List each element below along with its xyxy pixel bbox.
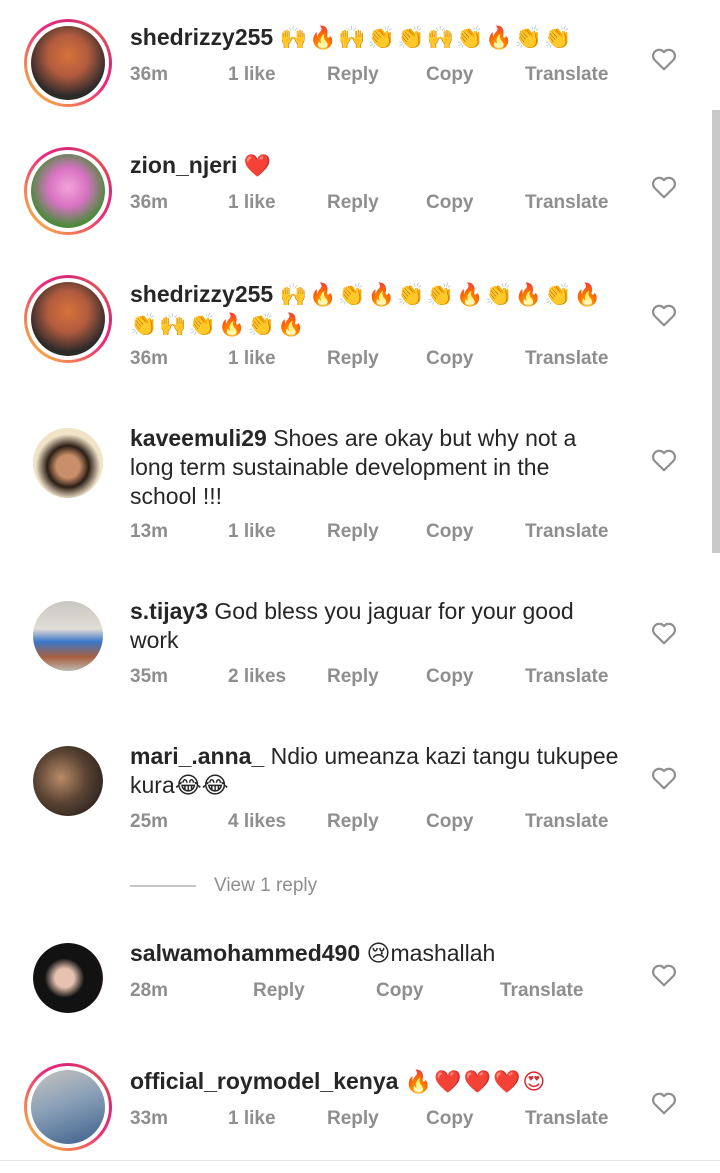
comment-likes[interactable]: 1 like <box>228 521 276 543</box>
view-replies-button[interactable]: View 1 reply <box>130 875 430 899</box>
copy-button[interactable]: Copy <box>426 348 474 370</box>
reply-button[interactable]: Reply <box>327 521 379 543</box>
heart-outline-icon[interactable] <box>651 175 677 199</box>
comment-username[interactable]: official_roymodel_kenya <box>130 1068 398 1094</box>
comment-username[interactable]: salwamohammed490 <box>130 940 360 966</box>
reply-button[interactable]: Reply <box>327 666 379 688</box>
reply-button[interactable]: Reply <box>327 1108 379 1130</box>
comment-time: 13m <box>130 521 169 542</box>
comment-likes[interactable]: 1 like <box>228 64 276 86</box>
comment-time: 36m <box>130 348 169 369</box>
translate-button[interactable]: Translate <box>525 64 608 86</box>
copy-button[interactable]: Copy <box>376 980 424 1002</box>
comment-likes[interactable]: 2 likes <box>228 666 286 688</box>
reply-button[interactable]: Reply <box>327 64 379 86</box>
heart-outline-icon[interactable] <box>651 621 677 645</box>
divider <box>0 1160 720 1161</box>
comment-emoji: 🙌🔥🙌👏👏🙌👏🔥👏👏 <box>279 26 574 51</box>
translate-button[interactable]: Translate <box>525 666 608 688</box>
comment-time: 33m <box>130 1108 169 1129</box>
comment-time: 36m <box>130 64 169 85</box>
comment-text: shedrizzy255 🙌🔥🙌👏👏🙌👏🔥👏👏 <box>130 23 620 53</box>
reply-button[interactable]: Reply <box>327 348 379 370</box>
comment-time: 25m <box>130 811 169 832</box>
comment-text: mari_.anna_ Ndio umeanza kazi tangu tuku… <box>130 742 620 800</box>
heart-outline-icon[interactable] <box>651 448 677 472</box>
comment-time: 35m <box>130 666 169 687</box>
avatar[interactable] <box>24 147 112 235</box>
comment-text: salwamohammed490 😢mashallah <box>130 939 620 968</box>
heart-outline-icon[interactable] <box>651 963 677 987</box>
comment-time: 28m <box>130 980 169 1001</box>
comment-emoji: ❤️ <box>243 154 274 179</box>
comment-username[interactable]: s.tijay3 <box>130 598 208 624</box>
comment-text: official_roymodel_kenya 🔥❤️❤️❤️😍 <box>130 1067 620 1097</box>
heart-outline-icon[interactable] <box>651 766 677 790</box>
translate-button[interactable]: Translate <box>525 348 608 370</box>
avatar[interactable] <box>24 1063 112 1151</box>
comment-likes[interactable]: 1 like <box>228 1108 276 1130</box>
view-replies-label: View 1 reply <box>214 875 318 896</box>
comment-emoji: 🔥❤️❤️❤️😍 <box>404 1070 548 1095</box>
comment-emoji: 👏🙌👏🔥👏🔥 <box>130 313 307 338</box>
avatar[interactable] <box>33 943 103 1013</box>
copy-button[interactable]: Copy <box>426 64 474 86</box>
comment-text: s.tijay3 God bless you jaguar for your g… <box>130 597 620 655</box>
comment-time: 36m <box>130 192 169 213</box>
comment-body: 😢mashallah <box>366 940 496 966</box>
comment-text: shedrizzy255 🙌🔥👏🔥👏👏🔥👏🔥👏🔥 👏🙌👏🔥👏🔥 <box>130 280 620 340</box>
comment-likes[interactable]: 4 likes <box>228 811 286 833</box>
avatar[interactable] <box>33 428 103 498</box>
comment-username[interactable]: shedrizzy255 <box>130 24 273 50</box>
copy-button[interactable]: Copy <box>426 521 474 543</box>
replies-divider <box>130 885 196 887</box>
avatar[interactable] <box>33 746 103 816</box>
translate-button[interactable]: Translate <box>500 980 583 1002</box>
copy-button[interactable]: Copy <box>426 666 474 688</box>
comment-text: kaveemuli29 Shoes are okay but why not a… <box>130 424 620 511</box>
translate-button[interactable]: Translate <box>525 192 608 214</box>
reply-button[interactable]: Reply <box>253 980 305 1002</box>
reply-button[interactable]: Reply <box>327 811 379 833</box>
heart-outline-icon[interactable] <box>651 303 677 327</box>
comment-emoji: 🙌🔥👏🔥👏👏🔥👏🔥👏🔥 <box>279 283 603 308</box>
comment-likes[interactable]: 1 like <box>228 192 276 214</box>
comment-username[interactable]: shedrizzy255 <box>130 281 273 307</box>
translate-button[interactable]: Translate <box>525 521 608 543</box>
comment-username[interactable]: zion_njeri <box>130 152 237 178</box>
copy-button[interactable]: Copy <box>426 192 474 214</box>
reply-button[interactable]: Reply <box>327 192 379 214</box>
heart-outline-icon[interactable] <box>651 47 677 71</box>
comment-username[interactable]: kaveemuli29 <box>130 425 267 451</box>
avatar[interactable] <box>24 19 112 107</box>
copy-button[interactable]: Copy <box>426 1108 474 1130</box>
copy-button[interactable]: Copy <box>426 811 474 833</box>
avatar[interactable] <box>24 275 112 363</box>
scrollbar[interactable] <box>712 110 720 553</box>
comment-username[interactable]: mari_.anna_ <box>130 743 264 769</box>
avatar[interactable] <box>33 601 103 671</box>
comment-likes[interactable]: 1 like <box>228 348 276 370</box>
heart-outline-icon[interactable] <box>651 1091 677 1115</box>
comment-text: zion_njeri ❤️ <box>130 151 620 181</box>
translate-button[interactable]: Translate <box>525 811 608 833</box>
translate-button[interactable]: Translate <box>525 1108 608 1130</box>
